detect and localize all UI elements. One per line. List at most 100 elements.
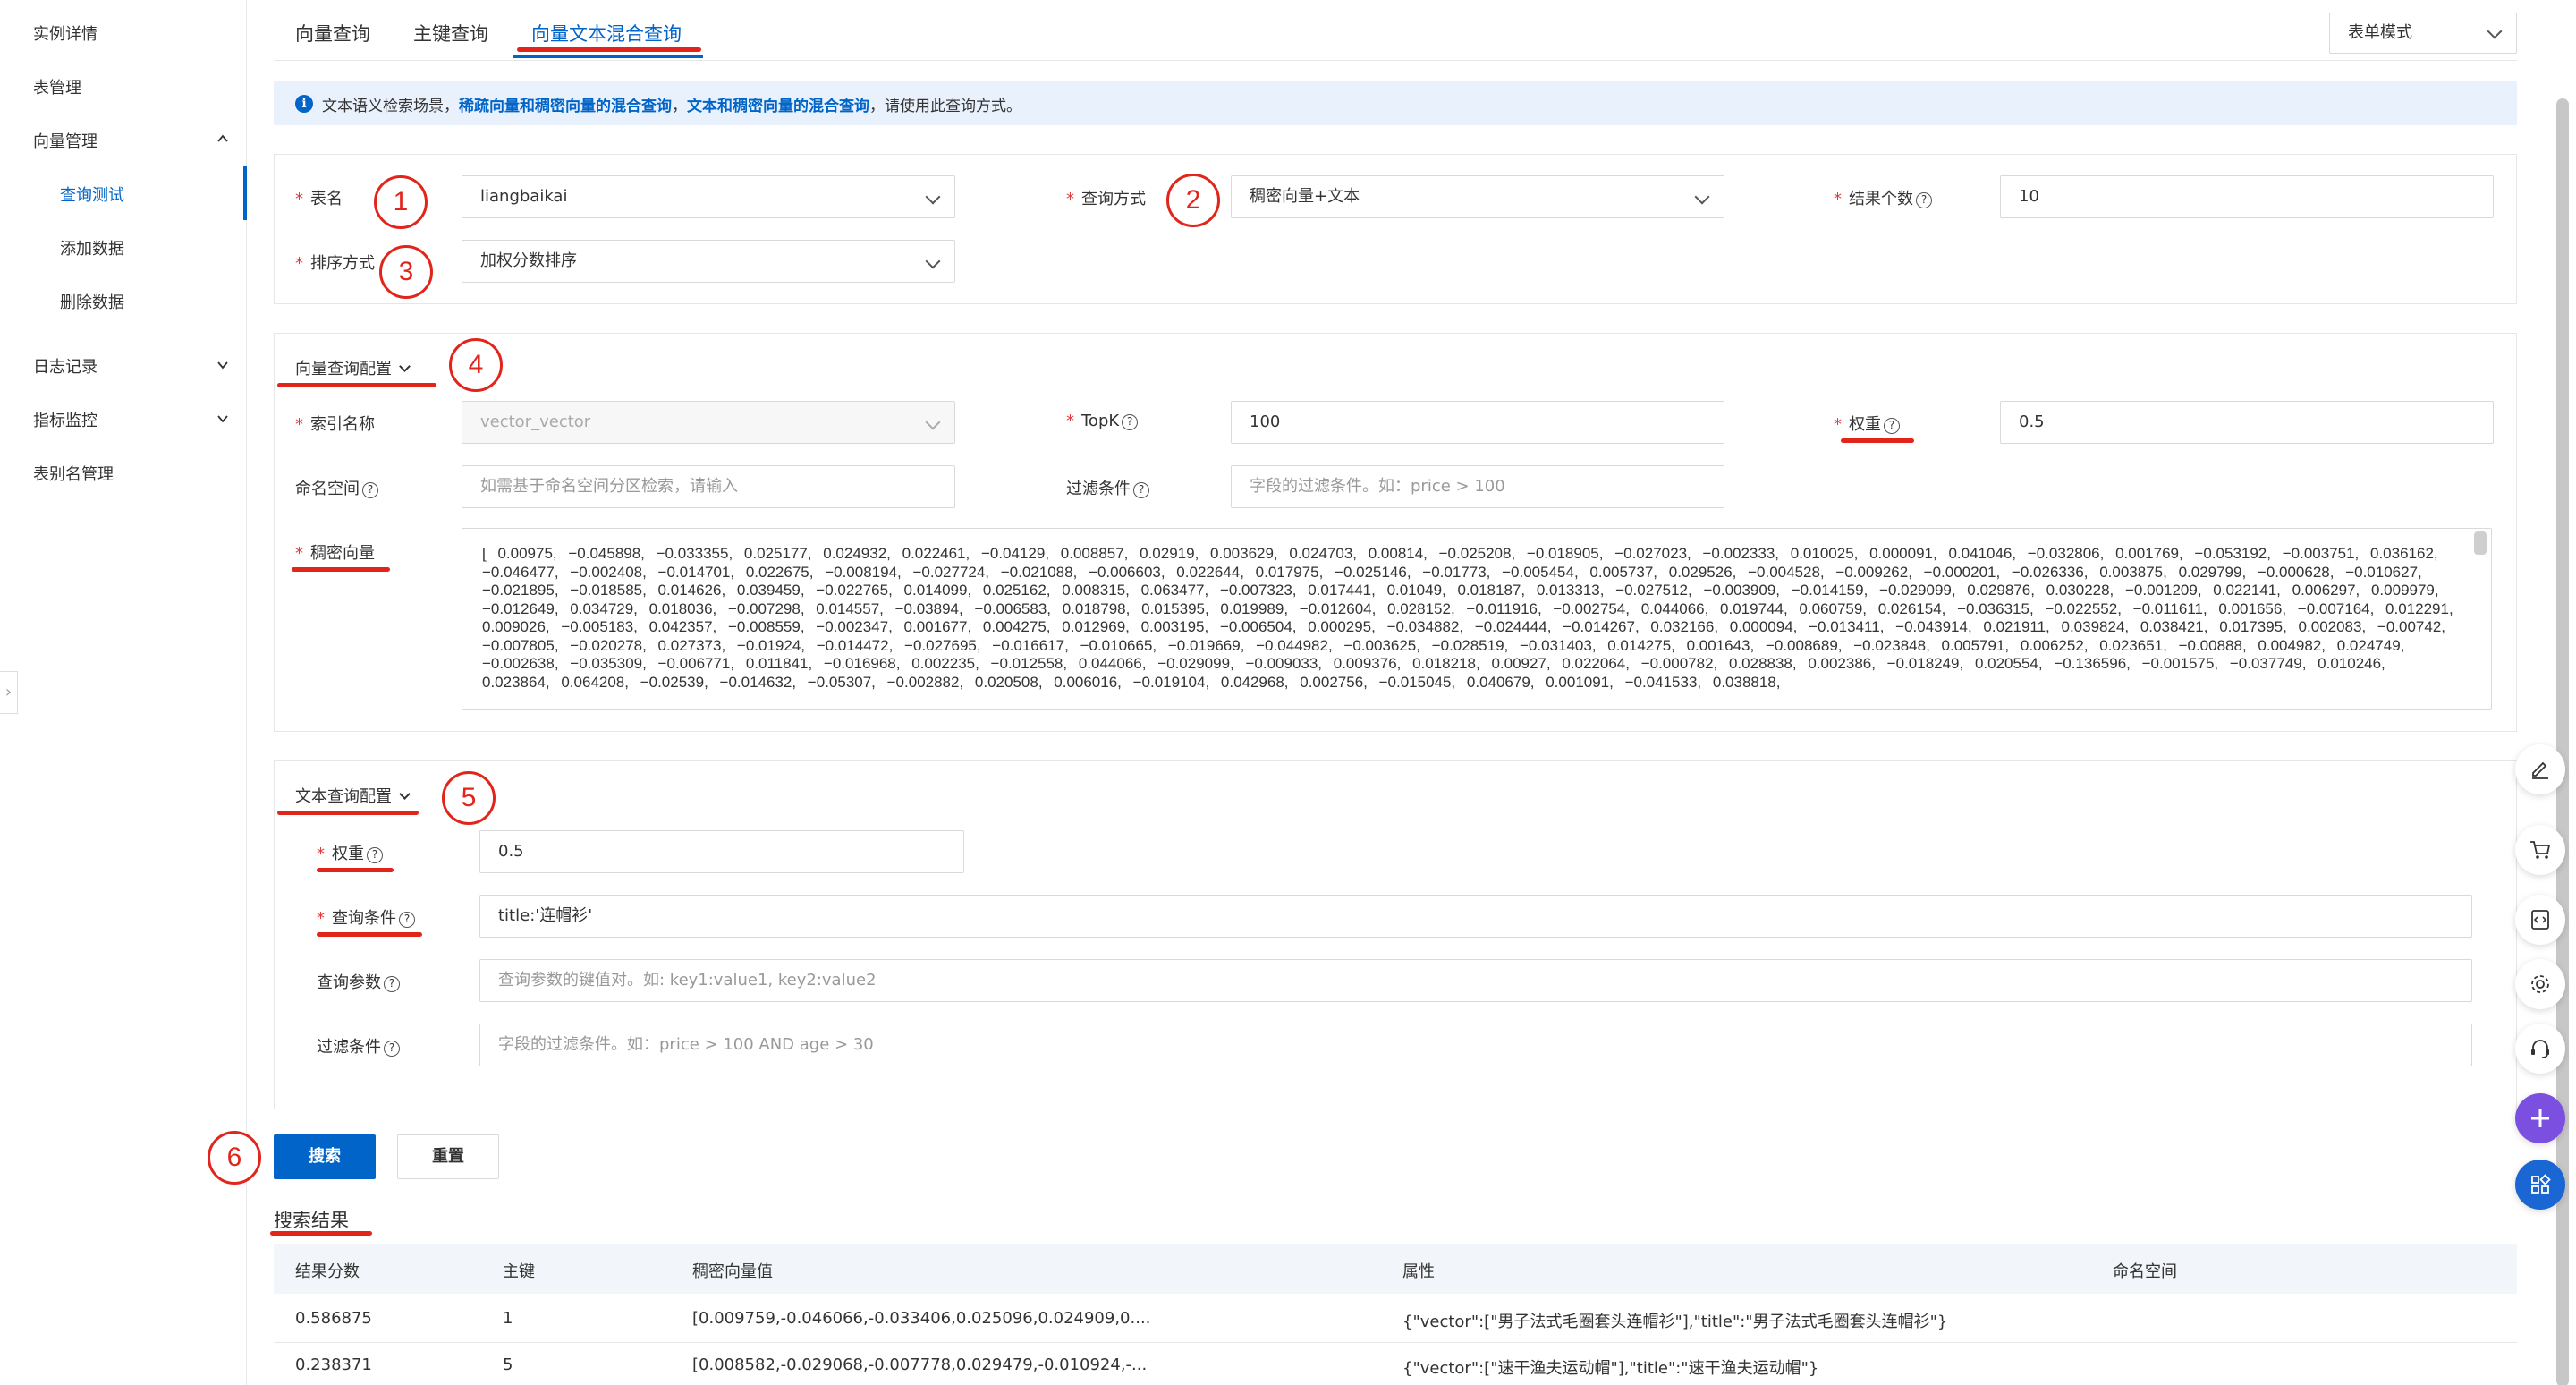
info-link-text-dense[interactable]: 文本和稠密向量的混合查询	[687, 98, 869, 115]
table-cell-attributes: {"vector":["男子法式毛圈套头连帽衫"],"title":"男子法式毛…	[1402, 1313, 1948, 1331]
sidebar-item-logs[interactable]: 日志记录	[33, 354, 97, 378]
sidebar-item-table-management[interactable]: 表管理	[33, 75, 81, 98]
annotation-badge-2: 2	[1166, 174, 1220, 227]
sort-mode-value: 加权分数排序	[480, 251, 577, 270]
annotation-underline	[317, 932, 422, 937]
chevron-down-icon	[399, 788, 411, 800]
sidebar-item-query-test[interactable]: 查询测试	[60, 183, 124, 206]
edit-icon[interactable]	[2515, 744, 2565, 794]
text-weight-input[interactable]: 0.5	[479, 830, 964, 873]
vector-config-toggle[interactable]: 向量查询配置	[295, 356, 411, 379]
reset-button[interactable]: 重置	[397, 1134, 499, 1179]
sort-mode-select[interactable]: 加权分数排序	[462, 240, 955, 283]
info-icon: i	[295, 95, 313, 113]
tab-primary-key-query[interactable]: 主键查询	[413, 20, 488, 47]
help-icon: ?	[1133, 482, 1149, 498]
query-params-input[interactable]: 查询参数的键值对。如: key1:value1, key2:value2	[479, 959, 2472, 1002]
cart-icon[interactable]	[2515, 825, 2565, 875]
annotation-underline	[317, 868, 394, 872]
sidebar-item-add-data[interactable]: 添加数据	[60, 236, 124, 259]
chevron-down-icon	[2487, 23, 2503, 39]
column-header-primary-key: 主键	[503, 1262, 535, 1281]
annotation-badge-1: 1	[374, 175, 428, 229]
result-count-input[interactable]: 10	[2000, 175, 2494, 218]
annotation-badge-3: 3	[379, 245, 433, 299]
info-link-sparse-dense[interactable]: 稀疏向量和稠密向量的混合查询	[459, 98, 672, 115]
query-condition-input[interactable]: title:'连帽衫'	[479, 895, 2472, 938]
sort-mode-label: * 排序方式	[295, 254, 375, 273]
result-count-label: * 结果个数?	[1834, 186, 1932, 209]
query-mode-value: 稠密向量+文本	[1250, 187, 1360, 206]
query-params-label: 查询参数?	[317, 970, 400, 993]
topk-label: * TopK?	[1066, 412, 1139, 430]
sidebar-item-delete-data[interactable]: 删除数据	[60, 290, 124, 313]
search-button[interactable]: 搜索	[274, 1134, 376, 1179]
info-text: 文本语义检索场景，稀疏向量和稠密向量的混合查询，文本和稠密向量的混合查询，请使用…	[322, 93, 1021, 115]
plus-icon[interactable]	[2515, 1093, 2565, 1143]
settings-icon[interactable]	[2515, 959, 2565, 1009]
dense-vector-label: * 稠密向量	[295, 544, 375, 563]
table-cell-score: 0.238371	[295, 1355, 372, 1374]
annotation-underline	[277, 383, 436, 387]
sidebar-item-vector-management[interactable]: 向量管理	[33, 129, 97, 152]
index-name-value: vector_vector	[480, 412, 591, 431]
column-header-attributes: 属性	[1402, 1262, 1435, 1281]
annotation-underline	[517, 47, 701, 52]
results-table-header	[274, 1244, 2517, 1294]
chevron-up-icon[interactable]	[216, 132, 229, 145]
annotation-underline	[1841, 438, 1914, 443]
tab-vector-query[interactable]: 向量查询	[295, 20, 370, 47]
code-doc-icon[interactable]	[2515, 895, 2565, 945]
chevron-down-icon	[925, 253, 941, 269]
query-mode-select[interactable]: 稠密向量+文本	[1231, 175, 1724, 218]
vector-weight-label: * 权重?	[1834, 412, 1900, 435]
vector-filter-input[interactable]: 字段的过滤条件。如：price > 100	[1231, 465, 1724, 508]
table-name-value: liangbaikai	[480, 187, 568, 206]
tabs-divider	[274, 60, 2517, 61]
info-suffix: ，请使用此查询方式。	[869, 98, 1021, 115]
help-icon: ?	[399, 912, 415, 928]
annotation-underline	[292, 567, 390, 572]
namespace-input[interactable]: 如需基于命名空间分区检索，请输入	[462, 465, 955, 508]
support-icon[interactable]	[2515, 1024, 2565, 1074]
help-icon: ?	[384, 976, 400, 992]
apps-icon[interactable]	[2515, 1160, 2565, 1210]
table-name-select[interactable]: liangbaikai	[462, 175, 955, 218]
help-icon: ?	[362, 482, 378, 498]
chevron-down-icon[interactable]	[216, 412, 229, 425]
text-config-toggle[interactable]: 文本查询配置	[295, 784, 411, 807]
help-icon: ?	[367, 847, 383, 863]
help-icon: ?	[1916, 192, 1932, 208]
index-name-label: * 索引名称	[295, 415, 375, 434]
chevron-down-icon[interactable]	[216, 359, 229, 371]
tab-hybrid-query[interactable]: 向量文本混合查询	[531, 20, 682, 47]
column-header-namespace: 命名空间	[2113, 1262, 2177, 1281]
dense-vector-textarea[interactable]: [ 0.00975, −0.045898, −0.033355, 0.02517…	[462, 528, 2492, 710]
sidebar-item-table-alias[interactable]: 表别名管理	[33, 462, 114, 485]
table-cell-primary-key: 5	[503, 1355, 513, 1374]
text-filter-input[interactable]: 字段的过滤条件。如：price > 100 AND age > 30	[479, 1024, 2472, 1066]
info-sep: ，	[672, 98, 687, 115]
vector-weight-input[interactable]: 0.5	[2000, 401, 2494, 444]
column-header-dense-vector: 稠密向量值	[692, 1262, 773, 1281]
chevron-down-icon	[925, 414, 941, 430]
annotation-underline	[270, 1231, 372, 1236]
sidebar-item-instance-details[interactable]: 实例详情	[33, 21, 97, 45]
vector-filter-label: 过滤条件?	[1066, 476, 1149, 499]
chevron-down-icon	[399, 361, 411, 372]
textarea-scrollbar[interactable]	[2474, 531, 2487, 555]
topk-input[interactable]: 100	[1231, 401, 1724, 444]
table-cell-attributes: {"vector":["速干渔夫运动帽"],"title":"速干渔夫运动帽"}	[1402, 1359, 1819, 1378]
table-cell-primary-key: 1	[503, 1309, 513, 1328]
sidebar-collapse-toggle[interactable]: ›	[0, 671, 18, 714]
table-cell-dense-vector: [0.008582,-0.029068,-0.007778,0.029479,-…	[692, 1355, 1148, 1374]
chevron-down-icon	[925, 189, 941, 205]
mode-select[interactable]: 表单模式	[2329, 13, 2517, 54]
table-row-divider	[274, 1342, 2517, 1343]
text-weight-label: * 权重?	[317, 841, 383, 864]
sidebar-item-metrics[interactable]: 指标监控	[33, 408, 97, 431]
table-cell-score: 0.586875	[295, 1309, 372, 1328]
sidebar: 实例详情 表管理 向量管理 查询测试 添加数据 删除数据 日志记录 指标监控 表…	[0, 0, 247, 1385]
help-icon: ?	[1884, 418, 1900, 434]
annotation-badge-6: 6	[208, 1131, 261, 1185]
